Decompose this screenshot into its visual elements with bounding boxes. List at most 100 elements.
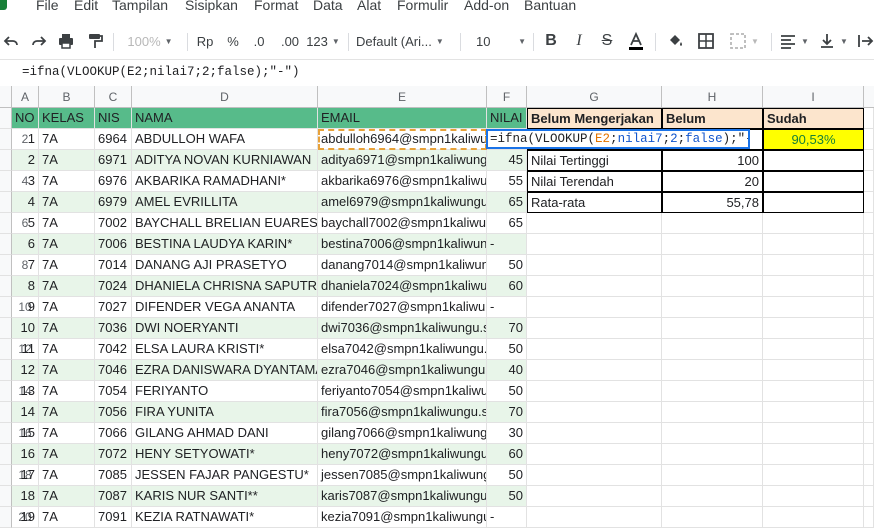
cell-nama[interactable]: AMEL EVRILLITA <box>132 192 318 213</box>
cell-kelas[interactable]: 7A <box>39 297 95 318</box>
cell-nama[interactable]: DWI NOERYANTI <box>132 318 318 339</box>
row-header-11[interactable] <box>0 318 12 339</box>
cell-nis[interactable]: 7066 <box>95 423 132 444</box>
cell-nis[interactable]: 7027 <box>95 297 132 318</box>
cell-g[interactable] <box>527 339 662 360</box>
summary-value[interactable]: 100 <box>662 150 763 171</box>
summary-value[interactable]: 55,78 <box>662 192 763 213</box>
cell-i[interactable] <box>763 213 864 234</box>
cell-email[interactable]: baychall7002@smpn1kaliwungu.sch.id <box>318 213 487 234</box>
cell-j[interactable] <box>864 423 874 444</box>
cell-email[interactable]: heny7072@smpn1kaliwungu.sch.id <box>318 444 487 465</box>
cell-nis[interactable]: 7046 <box>95 360 132 381</box>
menu-view[interactable]: Tampilan <box>112 0 168 13</box>
row-header-7[interactable] <box>0 234 12 255</box>
cell-email[interactable]: kezia7091@smpn1kaliwungu.sch.id <box>318 507 487 528</box>
cell-email[interactable]: bestina7006@smpn1kaliwungu.sch.id <box>318 234 487 255</box>
decrease-decimal-button[interactable]: .0 <box>247 24 271 58</box>
summary-label[interactable]: Nilai Tertinggi <box>527 150 662 171</box>
cell-email[interactable]: jessen7085@smpn1kaliwungu.sch.id <box>318 465 487 486</box>
cell-g[interactable] <box>527 444 662 465</box>
formula-bar[interactable]: =ifna(VLOOKUP(E2;nilai7;2;false);"-") <box>0 59 874 87</box>
cell-nilai[interactable]: 50 <box>487 486 527 507</box>
cell-kelas[interactable]: 7A <box>39 255 95 276</box>
cell-nilai[interactable]: 50 <box>487 339 527 360</box>
cell-h[interactable] <box>662 276 763 297</box>
cell-email[interactable]: dwi7036@smpn1kaliwungu.sch.id <box>318 318 487 339</box>
summary-empty[interactable] <box>763 192 864 213</box>
cell-j[interactable] <box>864 276 874 297</box>
summary-empty[interactable] <box>763 171 864 192</box>
cell-g[interactable] <box>527 486 662 507</box>
cell-sudah-percent[interactable]: 90,53% <box>763 129 864 150</box>
cell-kelas[interactable]: 7A <box>39 402 95 423</box>
cell-j[interactable] <box>864 318 874 339</box>
print-icon[interactable] <box>55 24 77 58</box>
font-size-select[interactable]: 10 ▼ <box>468 24 526 58</box>
cell-j[interactable] <box>864 129 874 150</box>
font-family-select[interactable]: Default (Ari... ▼ <box>356 24 452 58</box>
cell-i[interactable] <box>763 381 864 402</box>
row-header-9[interactable] <box>0 276 12 297</box>
summary-label[interactable]: Rata-rata <box>527 192 662 213</box>
cell-kelas[interactable]: 7A <box>39 318 95 339</box>
cell-nilai[interactable]: - <box>487 297 527 318</box>
row-header-8[interactable] <box>0 255 12 276</box>
cell-g[interactable] <box>527 234 662 255</box>
cell-j[interactable] <box>864 339 874 360</box>
borders-icon[interactable] <box>694 24 718 58</box>
cell-nilai[interactable]: 55 <box>487 171 527 192</box>
cell-nama[interactable]: JESSEN FAJAR PANGESTU* <box>132 465 318 486</box>
summary-empty[interactable] <box>763 150 864 171</box>
cell-g[interactable] <box>527 276 662 297</box>
menu-file[interactable]: File <box>36 0 59 13</box>
cell-j[interactable] <box>864 402 874 423</box>
cell-h[interactable] <box>662 360 763 381</box>
row-header-6[interactable] <box>0 213 12 234</box>
cell-g[interactable] <box>527 213 662 234</box>
cell-nis[interactable]: 7072 <box>95 444 132 465</box>
cell-nilai[interactable]: 65 <box>487 213 527 234</box>
row-header-13[interactable] <box>0 360 12 381</box>
cell-nilai[interactable]: 45 <box>487 150 527 171</box>
menu-insert[interactable]: Sisipkan <box>185 0 238 13</box>
cell-no[interactable]: 11 <box>12 339 39 360</box>
cell-i[interactable] <box>763 318 864 339</box>
cell-nilai[interactable]: - <box>487 507 527 528</box>
cell-nis[interactable]: 7054 <box>95 381 132 402</box>
strikethrough-icon[interactable]: S <box>596 24 618 58</box>
cell-g[interactable] <box>527 423 662 444</box>
cell-nis[interactable]: 7036 <box>95 318 132 339</box>
row-header-18[interactable] <box>0 465 12 486</box>
row-header-14[interactable] <box>0 381 12 402</box>
cell-kelas[interactable]: 7A <box>39 381 95 402</box>
menu-addons[interactable]: Add-on <box>464 0 509 13</box>
menu-tools[interactable]: Alat <box>357 0 381 13</box>
cell-no[interactable]: 8 <box>12 276 39 297</box>
cell-nilai[interactable]: 60 <box>487 444 527 465</box>
cell-nama[interactable]: AKBARIKA RAMADHANI* <box>132 171 318 192</box>
horizontal-align-icon[interactable]: ▼ <box>777 24 811 58</box>
cell-kelas[interactable]: 7A <box>39 465 95 486</box>
cell-i[interactable] <box>763 444 864 465</box>
cell-no[interactable]: 14 <box>12 402 39 423</box>
cell-nama[interactable]: DIFENDER VEGA ANANTA <box>132 297 318 318</box>
cell-no[interactable]: 4 <box>12 192 39 213</box>
cell-email[interactable]: feriyanto7054@smpn1kaliwungu.sch.id <box>318 381 487 402</box>
cell-no[interactable]: 18 <box>12 486 39 507</box>
cell-nilai[interactable]: 60 <box>487 276 527 297</box>
cell-i[interactable] <box>763 507 864 528</box>
cell-kelas[interactable]: 7A <box>39 444 95 465</box>
cell-j[interactable] <box>864 444 874 465</box>
cell-nama[interactable]: ELSA LAURA KRISTI* <box>132 339 318 360</box>
cell-h[interactable] <box>662 381 763 402</box>
row-header-4[interactable] <box>0 171 12 192</box>
cell-no[interactable]: 10 <box>12 318 39 339</box>
cell-email[interactable]: gilang7066@smpn1kaliwungu.sch.id <box>318 423 487 444</box>
cell-nilai[interactable]: - <box>487 234 527 255</box>
cell-kelas[interactable]: 7A <box>39 171 95 192</box>
cell-nis[interactable]: 6976 <box>95 171 132 192</box>
cell-g[interactable] <box>527 297 662 318</box>
bold-icon[interactable]: B <box>540 24 562 58</box>
cell-nama[interactable]: EZRA DANISWARA DYANTAMA <box>132 360 318 381</box>
